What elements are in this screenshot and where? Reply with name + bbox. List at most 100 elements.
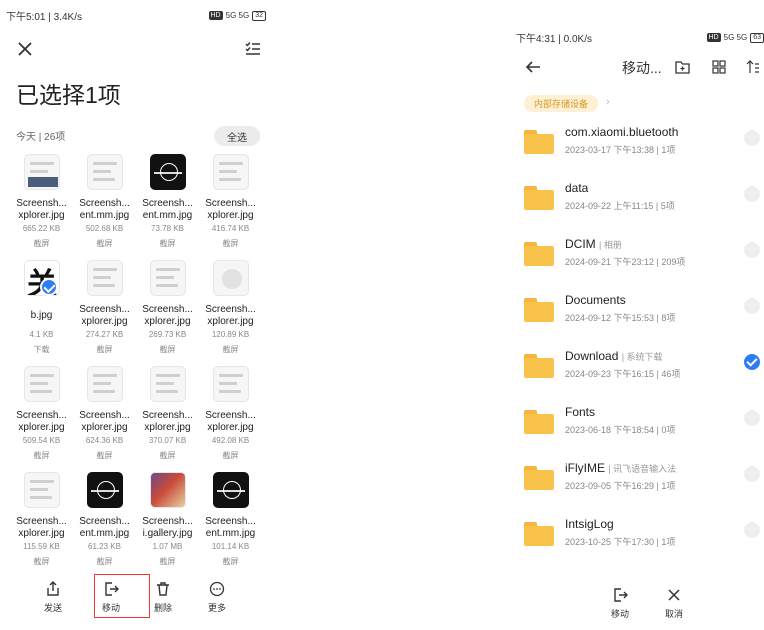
file-size: 274.27 KB xyxy=(85,330,124,339)
folder-select-radio[interactable] xyxy=(744,186,760,202)
status-bar: 下午5:01 | 3.4K/s HD 5G 5G 32 xyxy=(6,8,266,23)
file-name: Screensh... xyxy=(142,410,193,421)
file-source: 截屏 xyxy=(159,557,176,566)
folder-select-radio[interactable] xyxy=(744,354,760,370)
file-thumbnail xyxy=(87,366,123,402)
delete-button[interactable]: 删除 xyxy=(138,580,188,614)
folder-select-radio[interactable] xyxy=(744,410,760,426)
file-item[interactable]: 关b.jpg4.1 KB下载 xyxy=(10,258,73,364)
folder-meta: 2023-03-17 下午13:38 | 1项 xyxy=(565,145,676,155)
file-name: Screensh... xyxy=(142,516,193,527)
file-source: 截屏 xyxy=(222,557,239,566)
folder-name: Documents xyxy=(565,293,626,307)
folder-name-line: Documents xyxy=(565,293,626,307)
file-source: 截屏 xyxy=(222,451,239,460)
more-button[interactable]: 更多 xyxy=(192,580,242,614)
file-item[interactable]: Screensh... ent.mm.jpg 73.78 KB 截屏 xyxy=(136,152,199,258)
select-all-button[interactable]: 全选 xyxy=(214,126,260,146)
move-confirm-button[interactable]: 移动 xyxy=(600,586,640,620)
file-source: 截屏 xyxy=(33,451,50,460)
breadcrumb-internal-storage[interactable]: 内部存储设备 xyxy=(524,95,599,112)
folder-row[interactable]: Download | 系统下载 2024-09-23 下午16:15 | 46项 xyxy=(510,342,764,398)
file-name: Screensh... xyxy=(16,410,67,421)
file-name: Screensh... xyxy=(205,304,256,315)
file-name: Screensh... xyxy=(79,516,130,527)
more-icon xyxy=(192,580,242,598)
file-item[interactable]: Screensh... xplorer.jpg 120.89 KB 截屏 xyxy=(199,258,262,364)
folder-icon xyxy=(524,298,554,322)
file-thumbnail xyxy=(213,154,249,190)
folder-select-radio[interactable] xyxy=(744,242,760,258)
file-name-ext: ent.mm.jpg xyxy=(205,528,256,539)
move-button[interactable]: 移动 xyxy=(86,580,136,614)
file-size: 61.23 KB xyxy=(88,542,121,551)
cancel-button[interactable]: 取消 xyxy=(654,586,694,620)
folder-name: Fonts xyxy=(565,405,596,419)
file-item[interactable]: Screensh... xplorer.jpg 624.36 KB 截屏 xyxy=(73,364,136,470)
file-item[interactable]: Screensh... xplorer.jpg 665.22 KB 截屏 xyxy=(10,152,73,258)
file-thumbnail xyxy=(150,260,186,296)
folder-name: data xyxy=(565,181,589,195)
folder-name: DCIM xyxy=(565,237,596,251)
folder-row[interactable]: IntsigLog 2023-10-25 下午17:30 | 1项 xyxy=(510,510,764,566)
file-source: 截屏 xyxy=(222,239,239,248)
file-item[interactable]: Screensh... xplorer.jpg 492.08 KB 截屏 xyxy=(199,364,262,470)
file-source: 截屏 xyxy=(96,345,113,354)
folder-row[interactable]: Fonts 2023-06-18 下午18:54 | 0项 xyxy=(510,398,764,454)
file-item[interactable]: Screensh... xplorer.jpg 370.07 KB 截屏 xyxy=(136,364,199,470)
folder-select-radio[interactable] xyxy=(744,522,760,538)
file-thumbnail xyxy=(87,260,123,296)
folder-select-radio[interactable] xyxy=(744,298,760,314)
send-button[interactable]: 发送 xyxy=(28,580,78,614)
file-thumbnail xyxy=(24,154,60,190)
new-folder-icon[interactable] xyxy=(672,57,692,77)
move-icon xyxy=(600,586,640,604)
sort-icon[interactable] xyxy=(744,57,762,77)
folder-name: Download xyxy=(565,349,619,363)
file-size: 120.89 KB xyxy=(211,330,250,339)
file-name: Screensh... xyxy=(205,410,256,421)
selection-toolbar xyxy=(14,38,264,62)
file-name-ext: ent.mm.jpg xyxy=(79,210,130,221)
file-item[interactable]: Screensh... xplorer.jpg 274.27 KB 截屏 xyxy=(73,258,136,364)
folder-name-line: IntsigLog xyxy=(565,517,614,531)
file-size: 115.59 KB xyxy=(23,542,60,551)
folder-row[interactable]: iFlyIME | 讯飞语音输入法 2023-09-05 下午16:29 | 1项 xyxy=(510,454,764,510)
folder-name-line: Download | 系统下载 xyxy=(565,349,663,363)
trash-icon xyxy=(138,580,188,598)
file-size: 4.1 KB xyxy=(29,330,54,339)
file-name-ext: ent.mm.jpg xyxy=(79,528,130,539)
file-item[interactable]: Screensh... xplorer.jpg 509.54 KB 截屏 xyxy=(10,364,73,470)
folder-row[interactable]: data 2024-09-22 上午11:15 | 5项 xyxy=(510,174,764,230)
file-thumbnail xyxy=(150,472,186,508)
file-item[interactable]: Screensh... xplorer.jpg 416.74 KB 截屏 xyxy=(199,152,262,258)
folder-row[interactable]: Documents 2024-09-12 下午15:53 | 8项 xyxy=(510,286,764,342)
grid-view-icon[interactable] xyxy=(709,57,729,77)
file-source: 截屏 xyxy=(96,239,113,248)
folder-row[interactable]: com.xiaomi.bluetooth 2023-03-17 下午13:38 … xyxy=(510,118,764,174)
file-item[interactable]: Screensh... ent.mm.jpg 502.68 KB 截屏 xyxy=(73,152,136,258)
folder-icon xyxy=(524,242,554,266)
file-source: 截屏 xyxy=(159,239,176,248)
close-icon[interactable] xyxy=(14,38,36,60)
selected-check-icon[interactable] xyxy=(40,278,58,296)
back-arrow-icon[interactable] xyxy=(522,56,544,78)
file-name: Screensh... xyxy=(142,304,193,315)
file-item[interactable]: Screensh... xplorer.jpg 269.73 KB 截屏 xyxy=(136,258,199,364)
file-thumbnail xyxy=(213,366,249,402)
file-name: Screensh... xyxy=(205,516,256,527)
file-name-ext: ent.mm.jpg xyxy=(142,210,193,221)
file-item[interactable]: Screensh... i.gallery.jpg 1.07 MB 截屏 xyxy=(136,470,199,576)
folder-meta: 2024-09-21 下午23:12 | 209项 xyxy=(565,257,686,267)
file-size: 416.74 KB xyxy=(211,224,250,233)
file-item[interactable]: Screensh... ent.mm.jpg 61.23 KB 截屏 xyxy=(73,470,136,576)
file-name-ext: xplorer.jpg xyxy=(144,422,191,433)
file-item[interactable]: Screensh... xplorer.jpg 115.59 KB 截屏 xyxy=(10,470,73,576)
folder-select-radio[interactable] xyxy=(744,466,760,482)
folder-row[interactable]: DCIM | 相册 2024-09-21 下午23:12 | 209项 xyxy=(510,230,764,286)
select-mode-icon[interactable] xyxy=(242,38,264,60)
file-item[interactable]: Screensh... ent.mm.jpg 101.14 KB 截屏 xyxy=(199,470,262,576)
file-size: 492.08 KB xyxy=(211,436,250,445)
file-name-ext: i.gallery.jpg xyxy=(142,528,193,539)
folder-select-radio[interactable] xyxy=(744,130,760,146)
